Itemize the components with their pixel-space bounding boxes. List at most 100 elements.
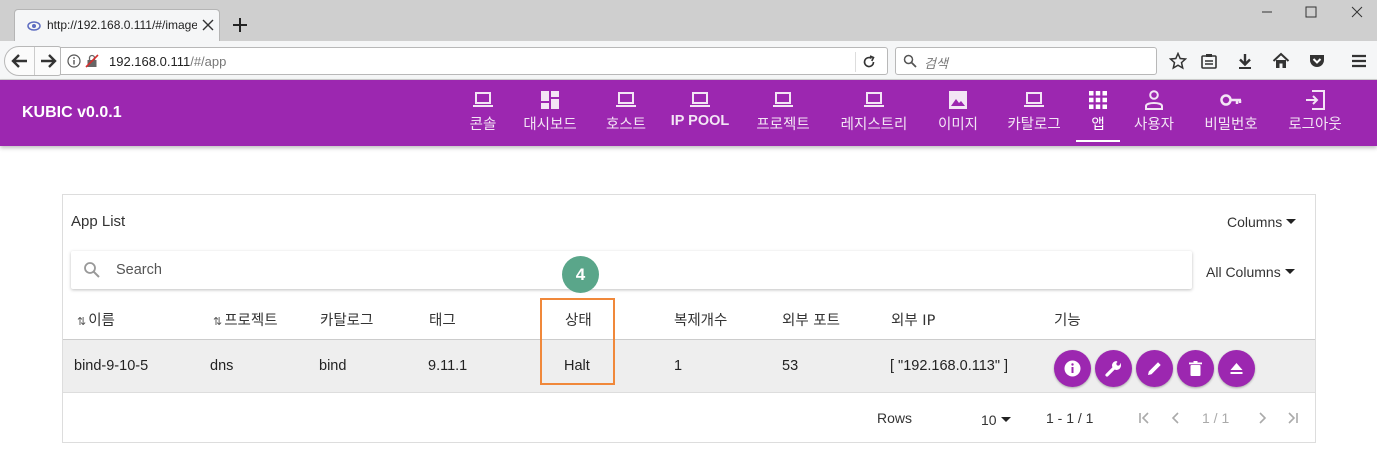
next-page-icon[interactable] [1255,411,1269,425]
app-brand[interactable]: KUBIC v0.0.1 [22,104,122,122]
info-icon[interactable] [67,54,81,68]
all-columns-dropdown-label: All Columns [1206,264,1281,280]
nav-label: 비밀번호 [1204,117,1258,133]
column-header-external-port[interactable]: 외부 포트 [782,309,840,330]
cell-external-port: 53 [782,358,799,374]
minimize-icon[interactable] [1256,3,1278,21]
app-list-card: App List Columns All Columns ⇅이름 ⇅프로젝트 카… [62,194,1316,443]
nav-label: 대시보드 [523,117,577,133]
search-box [71,251,1192,289]
arrow-left-icon [11,54,27,68]
cell-tag: 9.11.1 [428,358,468,374]
status-highlight-box [540,298,615,385]
dashboard-icon [541,91,559,109]
maximize-icon[interactable] [1300,3,1322,21]
back-forward-group [4,46,62,76]
first-page-icon[interactable] [1137,411,1151,425]
table-row[interactable]: bind-9-10-5 dns bind 9.11.1 Halt 1 53 [ … [63,339,1315,393]
step-number-badge: 4 [562,256,599,293]
eject-button[interactable] [1218,350,1255,387]
key-icon [1220,94,1242,106]
edit-icon [1148,362,1161,375]
browser-titlebar: http://192.168.0.111/#/image [0,0,1377,41]
apps-grid-icon [1089,91,1107,109]
tab-title: http://192.168.0.111/#/image [47,18,197,32]
pocket-icon[interactable] [1308,52,1326,70]
search-input[interactable] [116,259,1176,281]
sort-icon: ⇅ [213,315,223,328]
download-icon[interactable] [1236,52,1254,70]
nav-label: 이미지 [937,117,979,133]
hamburger-menu-icon[interactable] [1350,52,1368,70]
nav-item-users[interactable]: 사용자 [1128,90,1180,142]
cell-external-ip: [ "192.168.0.113" ] [890,358,1009,374]
columns-dropdown[interactable]: Columns [1227,214,1297,230]
home-icon[interactable] [1272,52,1290,70]
rows-per-page-select[interactable]: 10 [981,412,1011,428]
nav-label: 로그아웃 [1288,117,1342,133]
browser-tab[interactable]: http://192.168.0.111/#/image [14,9,220,41]
browser-search-bar[interactable]: 검색 [895,47,1157,75]
nav-item-projects[interactable]: 프로젝트 [748,90,818,142]
edit-button[interactable] [1136,350,1173,387]
browser-navbar: 192.168.0.111/#/app 검색 [0,41,1377,80]
nav-item-apps[interactable]: 앱 [1076,90,1120,142]
nav-item-ip-pool[interactable]: IP POOL [666,90,734,142]
nav-label: 앱 [1091,117,1105,133]
all-columns-dropdown[interactable]: All Columns [1206,264,1295,280]
last-page-icon[interactable] [1286,411,1300,425]
url-host: 192.168.0.111 [109,54,191,69]
header-label: 이름 [88,313,115,329]
laptop-icon [773,92,793,107]
settings-button[interactable] [1095,350,1132,387]
cell-name: bind-9-10-5 [74,358,149,374]
caret-down-icon [1286,219,1297,224]
reading-list-icon[interactable] [1200,52,1218,70]
delete-icon [1189,361,1202,376]
sort-icon: ⇅ [77,315,87,328]
caret-down-icon [1284,269,1295,274]
back-button[interactable] [5,47,35,75]
rows-label: Rows [877,410,913,426]
url-text[interactable]: 192.168.0.111/#/app [109,54,226,69]
page-indicator: 1 / 1 [1202,410,1230,426]
reload-icon[interactable] [861,54,877,70]
info-button[interactable] [1054,350,1091,387]
page-range: 1 - 1 / 1 [1046,410,1094,426]
forward-button[interactable] [35,47,62,75]
column-header-external-ip[interactable]: 외부 IP [891,309,935,330]
column-header-actions: 기능 [1054,313,1081,329]
close-tab-icon[interactable] [201,18,215,32]
nav-item-registry[interactable]: 레지스트리 [832,90,916,142]
nav-label: 프로젝트 [756,117,810,133]
column-header-catalog[interactable]: 카탈로그 [320,309,373,330]
bookmark-star-icon[interactable] [1169,52,1187,70]
nav-item-images[interactable]: 이미지 [930,90,986,142]
delete-button[interactable] [1177,350,1214,387]
nav-item-password[interactable]: 비밀번호 [1196,90,1266,142]
new-tab-icon[interactable] [232,17,248,33]
previous-page-icon[interactable] [1169,411,1183,425]
info-icon [1064,360,1081,377]
nav-label: IP POOL [670,113,730,129]
laptop-icon [616,92,636,107]
address-bar[interactable]: 192.168.0.111/#/app [60,47,888,75]
nav-item-catalog[interactable]: 카탈로그 [998,90,1070,142]
nav-label: 호스트 [605,117,647,133]
column-header-name[interactable]: ⇅ 이름 [77,309,115,330]
nav-item-console[interactable]: 콘솔 [462,90,504,142]
cell-project: dns [210,358,234,374]
caret-down-icon [1000,417,1011,422]
column-header-project[interactable]: ⇅ 프로젝트 [213,309,278,330]
nav-item-dashboard[interactable]: 대시보드 [516,90,584,142]
nav-item-hosts[interactable]: 호스트 [598,90,654,142]
arrow-right-icon [41,54,57,68]
rows-per-page-value: 10 [981,412,997,428]
window-close-icon[interactable] [1346,3,1368,21]
person-icon [1145,90,1163,110]
column-header-replicas[interactable]: 복제개수 [674,309,727,330]
browser-search-placeholder: 검색 [924,57,948,72]
cell-replicas: 1 [674,358,683,374]
nav-item-logout[interactable]: 로그아웃 [1280,90,1350,142]
column-header-tag[interactable]: 태그 [429,309,456,330]
